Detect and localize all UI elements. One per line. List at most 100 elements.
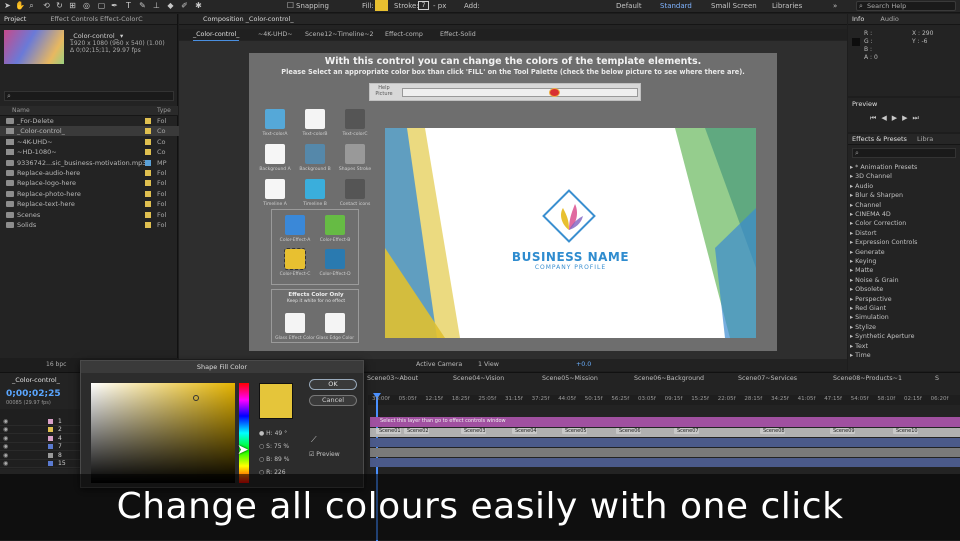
type-tool-icon[interactable]: T bbox=[124, 1, 133, 11]
search-help-input[interactable]: Search Help bbox=[867, 2, 906, 10]
label-color-chip[interactable] bbox=[145, 180, 151, 187]
first-frame-icon[interactable]: ⏮ bbox=[870, 114, 881, 122]
effect-category[interactable]: ▸ Blur & Sharpen bbox=[850, 191, 903, 201]
puppet-tool-icon[interactable]: ✱ bbox=[194, 1, 203, 11]
project-search-input[interactable]: ⌕ bbox=[4, 91, 174, 101]
label-color-chip[interactable] bbox=[145, 138, 151, 145]
project-item[interactable]: _For-Delete Fol bbox=[0, 116, 180, 126]
layer-bar-4[interactable] bbox=[370, 458, 960, 467]
effect-category[interactable]: ▸ Channel bbox=[850, 201, 881, 211]
camera-tool-icon[interactable]: ⊞ bbox=[68, 1, 77, 11]
tab-color-control[interactable]: _Color-control_ bbox=[193, 29, 240, 41]
project-item[interactable]: ~HD-1080~ Co bbox=[0, 147, 180, 157]
effect-category[interactable]: ▸ Generate bbox=[850, 248, 885, 258]
effect-category[interactable]: ▸ Red Giant bbox=[850, 304, 886, 314]
layer-row[interactable]: ◉ 2 bbox=[0, 426, 80, 435]
tab-scene12-timeline[interactable]: Scene12~Timeline~2 bbox=[305, 29, 374, 40]
project-item[interactable]: Scenes Fol bbox=[0, 210, 180, 220]
clone-tool-icon[interactable]: ⊥ bbox=[152, 1, 161, 11]
label-color-chip[interactable] bbox=[145, 222, 151, 228]
effect-category[interactable]: ▸ Audio bbox=[850, 182, 873, 192]
timecode-display[interactable]: 0;00;02;25 bbox=[6, 389, 61, 399]
brightness-field[interactable]: ○ B: 89 % bbox=[259, 453, 289, 466]
scene-marker[interactable]: Scene08 bbox=[760, 428, 785, 434]
exposure-value[interactable]: +0.0 bbox=[576, 359, 591, 371]
color-picker-cursor[interactable] bbox=[193, 395, 199, 401]
visibility-eye-icon[interactable]: ◉ bbox=[3, 460, 8, 467]
layer-bar-2[interactable] bbox=[370, 438, 960, 447]
preview-checkbox[interactable]: ☑ Preview bbox=[309, 451, 340, 458]
last-frame-icon[interactable]: ⏭ bbox=[912, 114, 923, 122]
scene-marker[interactable]: Scene05 bbox=[562, 428, 587, 434]
effect-category[interactable]: ▸ Noise & Grain bbox=[850, 276, 899, 286]
timeline-scene-tab[interactable]: Scene05~Mission bbox=[542, 375, 598, 382]
effect-category[interactable]: ▸ Obsolete bbox=[850, 285, 883, 295]
label-color-chip[interactable] bbox=[145, 118, 151, 124]
tab-4k-uhd[interactable]: ~4K-UHD~ bbox=[258, 29, 293, 40]
snapping-checkbox[interactable]: ☐ bbox=[286, 1, 295, 11]
search-help-box[interactable]: ⌕ Search Help bbox=[856, 1, 956, 11]
workspace-libraries[interactable]: Libraries bbox=[772, 1, 802, 11]
effect-category[interactable]: ▸ Time bbox=[850, 351, 871, 361]
effect-category[interactable]: ▸ CINEMA 4D bbox=[850, 210, 891, 220]
tab-effect-controls[interactable]: Effect Controls Effect-ColorC bbox=[50, 15, 142, 23]
color-swatch[interactable] bbox=[305, 179, 325, 199]
workspace-menu-icon[interactable]: » bbox=[833, 1, 837, 11]
workspace-standard[interactable]: Standard bbox=[660, 1, 692, 11]
saturation-field[interactable]: ○ S: 75 % bbox=[259, 440, 289, 453]
timeline-scene-tab[interactable]: S bbox=[935, 375, 939, 382]
stroke-unit[interactable]: - px bbox=[433, 1, 446, 11]
effect-category[interactable]: ▸ Simulation bbox=[850, 313, 889, 323]
label-color-chip[interactable] bbox=[145, 128, 151, 135]
label-color-chip[interactable] bbox=[145, 159, 151, 166]
prev-frame-icon[interactable]: ◀ bbox=[881, 114, 891, 122]
tab-project[interactable]: Project bbox=[4, 15, 26, 23]
pan-behind-tool-icon[interactable]: ◎ bbox=[82, 1, 91, 11]
project-item[interactable]: Replace-photo-here Fol bbox=[0, 189, 180, 199]
layer-label-color[interactable] bbox=[48, 444, 53, 450]
layer-label-color[interactable] bbox=[48, 452, 53, 458]
view-layout-dropdown[interactable]: 1 View bbox=[478, 359, 499, 371]
effect-category[interactable]: ▸ Text bbox=[850, 342, 868, 352]
effects-search-input[interactable]: ⌕ bbox=[852, 148, 956, 158]
project-item[interactable]: Solids Fol bbox=[0, 220, 180, 230]
timeline-scene-tab[interactable]: Scene06~Background bbox=[634, 375, 704, 382]
project-item[interactable]: Replace-audio-here Fol bbox=[0, 168, 180, 178]
effect-category[interactable]: ▸ Perspective bbox=[850, 295, 892, 305]
scene-marker-bar[interactable] bbox=[370, 428, 960, 437]
hue-field[interactable]: ● H: 49 ° bbox=[259, 427, 289, 440]
effect-category[interactable]: ▸ 3D Channel bbox=[850, 172, 892, 182]
visibility-eye-icon[interactable]: ◉ bbox=[3, 452, 8, 459]
view-camera-dropdown[interactable]: Active Camera bbox=[416, 359, 462, 371]
tab-effects-presets[interactable]: Effects & Presets bbox=[852, 135, 907, 143]
project-item[interactable]: ~4K-UHD~ Co bbox=[0, 137, 180, 147]
layer-row[interactable]: ◉ 8 bbox=[0, 452, 80, 460]
bit-depth-label[interactable]: 16 bpc bbox=[46, 361, 66, 368]
effect-category[interactable]: ▸ Expression Controls bbox=[850, 238, 917, 248]
tab-effect-comp[interactable]: Effect-comp bbox=[385, 29, 423, 40]
scene-marker[interactable]: Scene03 bbox=[461, 428, 486, 434]
pen-tool-icon[interactable]: ✒ bbox=[110, 1, 119, 11]
color-swatch[interactable] bbox=[345, 179, 365, 199]
hue-slider[interactable] bbox=[239, 383, 249, 483]
workspace-small-screen[interactable]: Small Screen bbox=[711, 1, 757, 11]
ok-button[interactable]: OK bbox=[309, 379, 357, 390]
color-swatch[interactable] bbox=[345, 144, 365, 164]
stroke-width-field[interactable]: 7 bbox=[418, 1, 429, 10]
label-color-chip[interactable] bbox=[145, 201, 151, 208]
zoom-tool-icon[interactable]: ⌕ bbox=[27, 1, 36, 11]
label-color-chip[interactable] bbox=[145, 190, 151, 197]
layer-label-color[interactable] bbox=[48, 427, 53, 433]
effect-category[interactable]: ▸ Keying bbox=[850, 257, 876, 267]
color-swatch[interactable] bbox=[345, 109, 365, 129]
label-color-chip[interactable] bbox=[145, 211, 151, 218]
add-label[interactable]: Add: bbox=[464, 1, 480, 11]
composition-viewer[interactable]: With this control you can change the col… bbox=[179, 41, 847, 359]
scene-marker[interactable]: Scene07 bbox=[674, 428, 699, 434]
tab-audio[interactable]: Audio bbox=[880, 15, 898, 23]
scene-marker[interactable]: Scene10 bbox=[893, 428, 918, 434]
guide-layer-bar[interactable]: Select this layer than go to effect cont… bbox=[370, 417, 960, 427]
color-swatch[interactable] bbox=[305, 144, 325, 164]
selection-tool-icon[interactable]: ➤ bbox=[3, 1, 12, 11]
scene-marker[interactable]: Scene06 bbox=[616, 428, 641, 434]
